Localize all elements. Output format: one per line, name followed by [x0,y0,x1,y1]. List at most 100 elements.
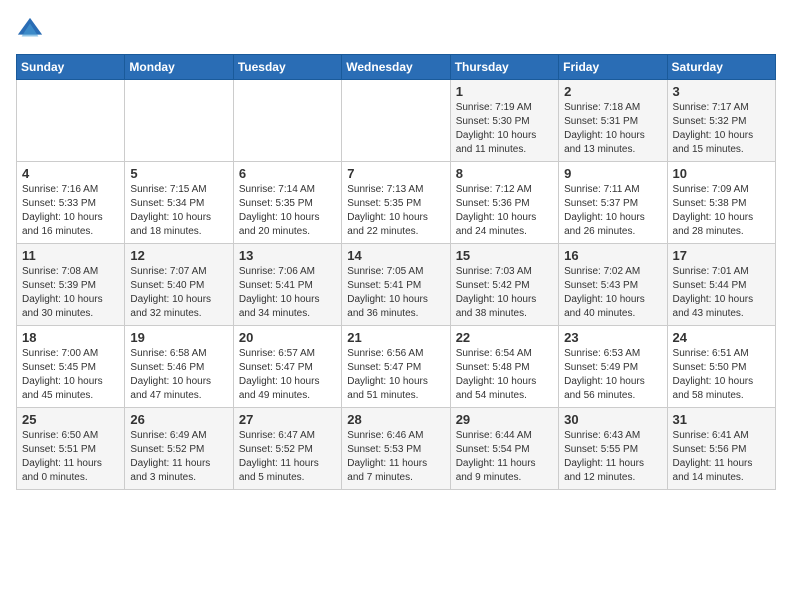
day-info: Sunrise: 6:41 AM Sunset: 5:56 PM Dayligh… [673,429,770,485]
day-number: 19 [130,330,227,345]
calendar-cell: 26 Sunrise: 6:49 AM Sunset: 5:52 PM Dayli… [125,408,233,490]
day-info: Sunrise: 6:50 AM Sunset: 5:51 PM Dayligh… [22,429,119,485]
day-info: Sunrise: 6:51 AM Sunset: 5:50 PM Dayligh… [673,347,770,403]
day-number: 2 [564,84,661,99]
day-info: Sunrise: 6:46 AM Sunset: 5:53 PM Dayligh… [347,429,444,485]
day-number: 29 [456,412,553,427]
weekday-header-wednesday: Wednesday [342,55,450,80]
day-info: Sunrise: 7:19 AM Sunset: 5:30 PM Dayligh… [456,101,553,157]
calendar-week-row: 11Sunrise: 7:08 AM Sunset: 5:39 PM Dayli… [17,244,776,326]
weekday-header-friday: Friday [559,55,667,80]
day-info: Sunrise: 6:49 AM Sunset: 5:52 PM Dayligh… [130,429,227,485]
calendar-cell: 19Sunrise: 6:58 AM Sunset: 5:46 PM Dayli… [125,326,233,408]
weekday-header-thursday: Thursday [450,55,558,80]
day-number: 10 [673,166,770,181]
day-info: Sunrise: 7:14 AM Sunset: 5:35 PM Dayligh… [239,183,336,239]
day-number: 17 [673,248,770,263]
day-number: 31 [673,412,770,427]
calendar-cell: 7 Sunrise: 7:13 AM Sunset: 5:35 PM Daylig… [342,162,450,244]
calendar-cell: 29 Sunrise: 6:44 AM Sunset: 5:54 PM Dayli… [450,408,558,490]
day-info: Sunrise: 7:13 AM Sunset: 5:35 PM Dayligh… [347,183,444,239]
calendar-cell: 13 Sunrise: 7:06 AM Sunset: 5:41 PM Dayli… [233,244,341,326]
calendar-week-row: 18Sunrise: 7:00 AM Sunset: 5:45 PM Dayli… [17,326,776,408]
day-number: 30 [564,412,661,427]
day-info: Sunrise: 7:03 AM Sunset: 5:42 PM Dayligh… [456,265,553,321]
day-number: 3 [673,84,770,99]
calendar-cell: 2 Sunrise: 7:18 AM Sunset: 5:31 PM Daylig… [559,80,667,162]
day-info: Sunrise: 7:18 AM Sunset: 5:31 PM Dayligh… [564,101,661,157]
calendar-cell: 25 Sunrise: 6:50 AM Sunset: 5:51 PM Dayli… [17,408,125,490]
day-info: Sunrise: 6:43 AM Sunset: 5:55 PM Dayligh… [564,429,661,485]
day-info: Sunrise: 7:06 AM Sunset: 5:41 PM Dayligh… [239,265,336,321]
day-number: 27 [239,412,336,427]
calendar-table: SundayMondayTuesdayWednesdayThursdayFrid… [16,54,776,490]
calendar-cell: 6 Sunrise: 7:14 AM Sunset: 5:35 PM Daylig… [233,162,341,244]
calendar-cell: 1 Sunrise: 7:19 AM Sunset: 5:30 PM Daylig… [450,80,558,162]
day-number: 4 [22,166,119,181]
day-number: 14 [347,248,444,263]
calendar-cell: 17 Sunrise: 7:01 AM Sunset: 5:44 PM Dayli… [667,244,775,326]
logo [16,16,48,44]
day-number: 20 [239,330,336,345]
day-info: Sunrise: 6:57 AM Sunset: 5:47 PM Dayligh… [239,347,336,403]
day-number: 26 [130,412,227,427]
day-number: 6 [239,166,336,181]
calendar-cell: 12 Sunrise: 7:07 AM Sunset: 5:40 PM Dayli… [125,244,233,326]
logo-icon [16,16,44,44]
calendar-cell: 11Sunrise: 7:08 AM Sunset: 5:39 PM Dayli… [17,244,125,326]
day-number: 28 [347,412,444,427]
calendar-cell: 24 Sunrise: 6:51 AM Sunset: 5:50 PM Dayli… [667,326,775,408]
day-number: 25 [22,412,119,427]
calendar-cell: 8Sunrise: 7:12 AM Sunset: 5:36 PM Daylig… [450,162,558,244]
day-number: 13 [239,248,336,263]
day-number: 21 [347,330,444,345]
weekday-header-sunday: Sunday [17,55,125,80]
day-info: Sunrise: 7:16 AM Sunset: 5:33 PM Dayligh… [22,183,119,239]
day-info: Sunrise: 6:44 AM Sunset: 5:54 PM Dayligh… [456,429,553,485]
day-number: 22 [456,330,553,345]
calendar-cell [233,80,341,162]
day-info: Sunrise: 7:08 AM Sunset: 5:39 PM Dayligh… [22,265,119,321]
calendar-cell: 16 Sunrise: 7:02 AM Sunset: 5:43 PM Dayli… [559,244,667,326]
day-number: 9 [564,166,661,181]
calendar-cell: 27 Sunrise: 6:47 AM Sunset: 5:52 PM Dayli… [233,408,341,490]
day-info: Sunrise: 6:47 AM Sunset: 5:52 PM Dayligh… [239,429,336,485]
calendar-cell: 3 Sunrise: 7:17 AM Sunset: 5:32 PM Daylig… [667,80,775,162]
calendar-cell: 28 Sunrise: 6:46 AM Sunset: 5:53 PM Dayli… [342,408,450,490]
day-info: Sunrise: 7:01 AM Sunset: 5:44 PM Dayligh… [673,265,770,321]
calendar-cell: 30 Sunrise: 6:43 AM Sunset: 5:55 PM Dayli… [559,408,667,490]
day-info: Sunrise: 7:02 AM Sunset: 5:43 PM Dayligh… [564,265,661,321]
day-number: 18 [22,330,119,345]
calendar-week-row: 25 Sunrise: 6:50 AM Sunset: 5:51 PM Dayli… [17,408,776,490]
weekday-header-saturday: Saturday [667,55,775,80]
day-info: Sunrise: 6:54 AM Sunset: 5:48 PM Dayligh… [456,347,553,403]
calendar-week-row: 4 Sunrise: 7:16 AM Sunset: 5:33 PM Daylig… [17,162,776,244]
calendar-cell [342,80,450,162]
day-number: 16 [564,248,661,263]
day-number: 5 [130,166,227,181]
calendar-cell: 10 Sunrise: 7:09 AM Sunset: 5:38 PM Dayli… [667,162,775,244]
day-number: 1 [456,84,553,99]
calendar-cell: 23Sunrise: 6:53 AM Sunset: 5:49 PM Dayli… [559,326,667,408]
day-number: 23 [564,330,661,345]
calendar-week-row: 1 Sunrise: 7:19 AM Sunset: 5:30 PM Daylig… [17,80,776,162]
calendar-cell: 31 Sunrise: 6:41 AM Sunset: 5:56 PM Dayli… [667,408,775,490]
calendar-cell [125,80,233,162]
day-number: 8 [456,166,553,181]
day-number: 15 [456,248,553,263]
day-number: 24 [673,330,770,345]
calendar-cell [17,80,125,162]
day-info: Sunrise: 7:15 AM Sunset: 5:34 PM Dayligh… [130,183,227,239]
calendar-cell: 9 Sunrise: 7:11 AM Sunset: 5:37 PM Daylig… [559,162,667,244]
day-number: 12 [130,248,227,263]
day-info: Sunrise: 7:09 AM Sunset: 5:38 PM Dayligh… [673,183,770,239]
calendar-cell: 21Sunrise: 6:56 AM Sunset: 5:47 PM Dayli… [342,326,450,408]
day-number: 7 [347,166,444,181]
calendar-cell: 14Sunrise: 7:05 AM Sunset: 5:41 PM Dayli… [342,244,450,326]
calendar-cell: 15 Sunrise: 7:03 AM Sunset: 5:42 PM Dayli… [450,244,558,326]
calendar-cell: 20 Sunrise: 6:57 AM Sunset: 5:47 PM Dayli… [233,326,341,408]
day-info: Sunrise: 7:11 AM Sunset: 5:37 PM Dayligh… [564,183,661,239]
day-info: Sunrise: 7:07 AM Sunset: 5:40 PM Dayligh… [130,265,227,321]
day-info: Sunrise: 7:17 AM Sunset: 5:32 PM Dayligh… [673,101,770,157]
calendar-cell: 22 Sunrise: 6:54 AM Sunset: 5:48 PM Dayli… [450,326,558,408]
